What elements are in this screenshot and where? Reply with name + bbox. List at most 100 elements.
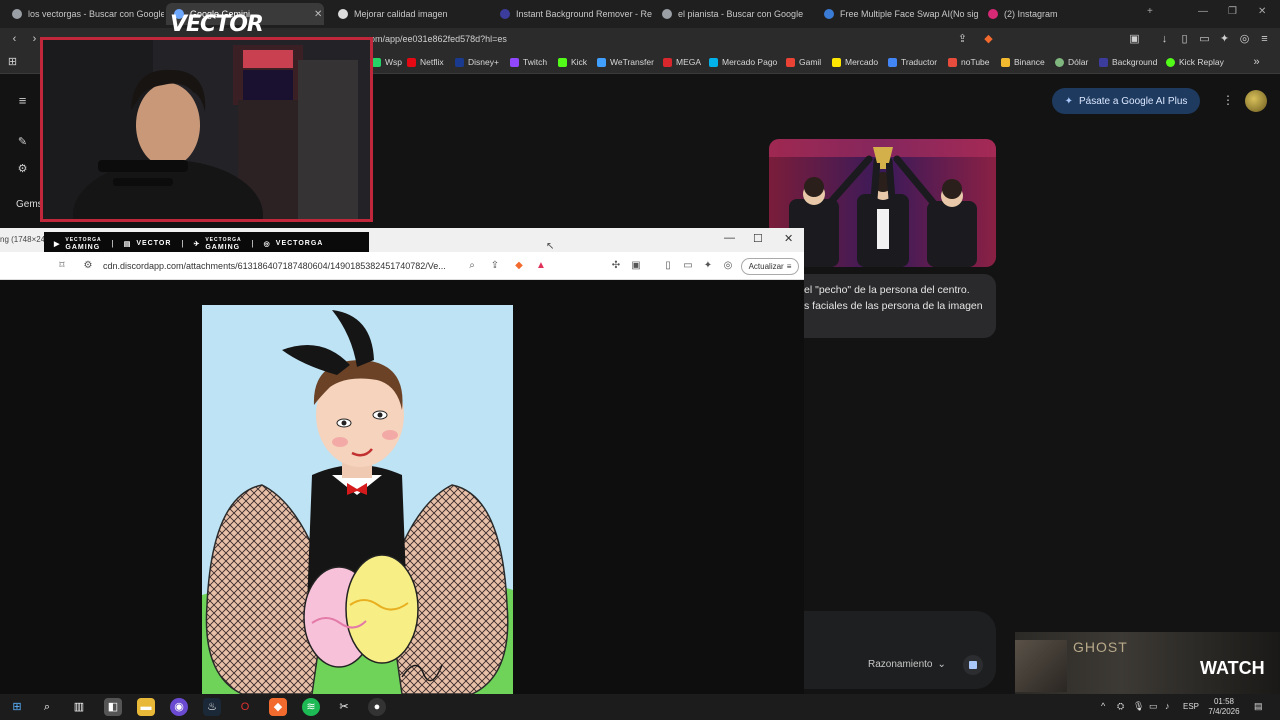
gems-label[interactable]: Gems (16, 199, 43, 210)
tray-device-icon[interactable]: ⛭ (1117, 701, 1124, 712)
menu-icon[interactable]: ≡ (1258, 33, 1271, 46)
explore-gems-icon[interactable]: ⚙ (16, 163, 29, 176)
task-view-icon[interactable]: ▥ (70, 698, 88, 716)
viewer-url[interactable]: cdn.discordapp.com/attachments/613186407… (103, 261, 446, 271)
upgrade-plus-button[interactable]: ✦ Pásate a Google AI Plus (1052, 88, 1200, 114)
share-icon[interactable]: ⇪ (956, 33, 969, 46)
more-bookmarks-icon[interactable]: » (1250, 56, 1263, 69)
microphone-icon[interactable]: 🎙︎ (1133, 701, 1144, 712)
bookmark-twitch[interactable]: Twitch (510, 57, 547, 67)
download-icon[interactable]: ↓ (1158, 33, 1171, 46)
binance-icon (1001, 57, 1010, 67)
back-icon[interactable]: ‹ (8, 33, 21, 46)
bookmark-mega[interactable]: MEGA (663, 57, 701, 67)
tab-face-swap[interactable]: Free Multiple Face Swap AI(No sign- (816, 3, 978, 25)
leo-ai-icon[interactable]: ✦ (1218, 33, 1231, 46)
system-clock[interactable]: 01:58 7/4/2026 (1204, 697, 1244, 717)
site-info-icon[interactable]: ⚙ (82, 260, 94, 272)
tab-el-pianista[interactable]: el pianista - Buscar con Google (654, 3, 814, 25)
bookmark-icon[interactable]: ⌑ (56, 260, 68, 272)
vpn-icon[interactable]: ◎ (1238, 33, 1251, 46)
new-chat-icon[interactable]: ✎ (16, 136, 29, 149)
apps-icon[interactable]: ⊞ (6, 56, 19, 69)
wallet-icon[interactable]: ▭ (1198, 33, 1211, 46)
hamburger-menu-icon[interactable]: ≡ (16, 94, 29, 107)
bookmark-kick-replay[interactable]: Kick Replay (1166, 57, 1224, 67)
brave-shield-icon[interactable]: ◆ (513, 260, 525, 272)
update-button[interactable]: Actualizar ≡ (741, 258, 799, 275)
app-icon[interactable]: ◧ (104, 698, 122, 716)
close-tab-icon[interactable]: ✕ (314, 9, 322, 20)
bookmark-wetransfer[interactable]: WeTransfer (597, 57, 654, 67)
screenshot-icon[interactable]: ▣ (1128, 33, 1141, 46)
opera-icon[interactable]: O (236, 698, 254, 716)
search-icon[interactable]: ⌕ (38, 698, 56, 716)
sidebar-icon[interactable]: ▯ (662, 260, 674, 272)
tab-los-vectorgas[interactable]: los vectorgas - Buscar con Google (4, 3, 164, 25)
windows-start-icon[interactable]: ⊞ (8, 698, 26, 716)
more-options-icon[interactable]: ⋮ (1222, 93, 1234, 107)
minimize-icon[interactable]: — (1198, 6, 1208, 17)
share-icon[interactable]: ⇪ (489, 260, 501, 272)
maximize-icon[interactable]: ❐ (1228, 6, 1237, 17)
vpn-icon[interactable]: ◎ (722, 260, 734, 272)
steam-icon[interactable]: ♨ (203, 698, 221, 716)
wallet-icon[interactable]: ▭ (682, 260, 694, 272)
viewer-close-icon[interactable]: ✕ (784, 232, 793, 245)
avatar[interactable] (1245, 90, 1267, 112)
reasoning-mode-selector[interactable]: Razonamiento ⌄ (868, 659, 946, 670)
social-twitter: ✈ VECTORGA GAMING (193, 236, 242, 251)
user-message-bubble: el "pecho" de la persona del centro. s f… (790, 274, 996, 338)
sparkle-icon: ✦ (1064, 95, 1073, 107)
tab-instagram[interactable]: (2) Instagram (980, 3, 1130, 25)
tab-mejorar-calidad[interactable]: Mejorar calidad imagen (330, 3, 490, 25)
kick-icon (558, 57, 567, 67)
file-explorer-icon[interactable]: ▬ (137, 698, 155, 716)
mercado-libre-icon (832, 57, 841, 67)
menu-icon: ≡ (786, 262, 792, 271)
ghost-watch-widget[interactable]: GHOST WATCH (1015, 632, 1280, 694)
notube-icon (948, 57, 957, 67)
zoom-icon[interactable]: ⌕ (466, 260, 478, 272)
screenshot-icon[interactable]: ▣ (630, 260, 642, 272)
bookmark-wsp[interactable]: Wsp (372, 57, 402, 67)
vector-logo: VECTOR (170, 12, 264, 37)
bookmark-background[interactable]: Background (1099, 57, 1157, 67)
bookmark-netflix[interactable]: Netflix (407, 57, 444, 67)
close-window-icon[interactable]: ✕ (1258, 6, 1266, 17)
watch-label[interactable]: WATCH (1200, 658, 1265, 679)
bookmark-notube[interactable]: noTube (948, 57, 990, 67)
tab-background-remover[interactable]: Instant Background Remover - Remo (492, 3, 652, 25)
bookmark-disney[interactable]: Disney+ (455, 57, 499, 67)
viewer-minimize-icon[interactable]: — (724, 232, 735, 244)
capcut-icon[interactable]: ✂ (335, 698, 353, 716)
language-indicator[interactable]: ESP (1183, 702, 1199, 711)
social-twitch: ▤ VECTOR (123, 240, 172, 248)
tray-chevron-icon[interactable]: ^ (1101, 701, 1105, 711)
brave-rewards-icon[interactable]: ▲ (535, 260, 547, 272)
url-text[interactable]: om/app/ee031e862fed578d?hl=es (370, 34, 507, 44)
chat-app-icon[interactable]: ◉ (170, 698, 188, 716)
spotify-icon[interactable]: ≋ (302, 698, 320, 716)
network-icon[interactable]: ▭ (1149, 701, 1158, 712)
viewer-maximize-icon[interactable]: ☐ (753, 232, 763, 245)
brave-shield-icon[interactable]: ◆ (982, 33, 995, 46)
obs-icon[interactable]: ● (368, 698, 386, 716)
bookmark-mercado[interactable]: Mercado (832, 57, 878, 67)
bookmark-kick[interactable]: Kick (558, 57, 587, 67)
stop-generation-button[interactable] (963, 655, 983, 675)
bookmark-gamil[interactable]: Gamil (786, 57, 821, 67)
bookmark-binance[interactable]: Binance (1001, 57, 1045, 67)
bookmark-traductor[interactable]: Traductor (888, 57, 937, 67)
clock-time: 01:58 (1213, 697, 1235, 706)
leo-ai-icon[interactable]: ✦ (702, 260, 714, 272)
new-tab-icon[interactable]: + (1147, 6, 1153, 17)
bookmark-mercado-pago[interactable]: Mercado Pago (709, 57, 777, 67)
extensions-icon[interactable]: ✣ (610, 260, 622, 272)
notifications-icon[interactable]: ▤ (1254, 701, 1263, 712)
prompt-input-box[interactable] (780, 611, 996, 689)
sidebar-icon[interactable]: ▯ (1178, 33, 1191, 46)
brave-icon[interactable]: ◆ (269, 698, 287, 716)
volume-icon[interactable]: ♪ (1165, 701, 1170, 711)
bookmark-dolar[interactable]: Dólar (1055, 57, 1088, 67)
